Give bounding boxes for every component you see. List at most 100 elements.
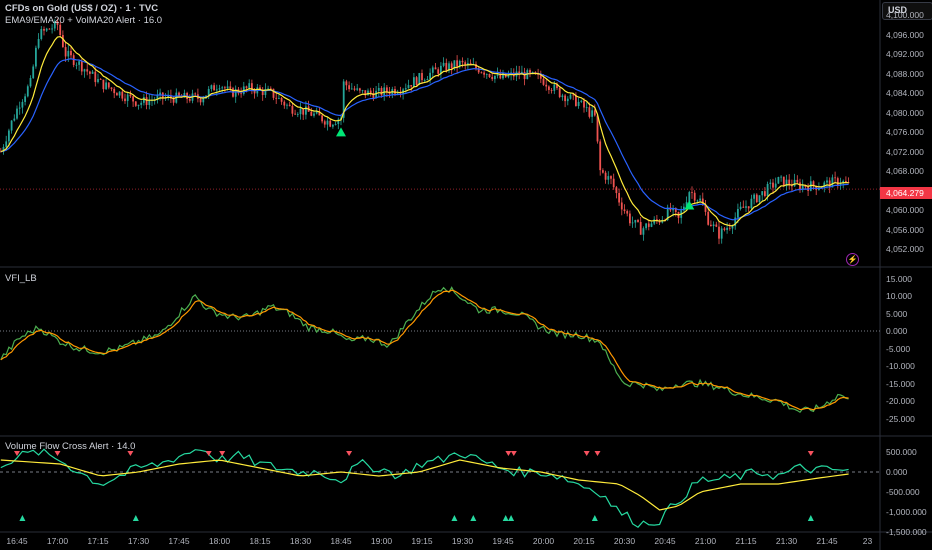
y-tick-label: 10.000 xyxy=(886,291,912,301)
candle xyxy=(10,120,13,131)
y-tick-label: -15.000 xyxy=(886,378,915,389)
candle xyxy=(78,61,80,65)
candle xyxy=(199,98,202,103)
ema9-line xyxy=(0,36,849,227)
y-tick-label: -5.000 xyxy=(886,343,911,354)
candle xyxy=(750,198,753,209)
candle xyxy=(737,208,739,218)
candle xyxy=(755,194,758,203)
candle xyxy=(745,206,747,208)
candle xyxy=(143,97,145,103)
candle xyxy=(772,182,774,188)
buy-marker-triangle xyxy=(591,515,598,521)
candle xyxy=(545,84,548,87)
x-tick-label: 20:45 xyxy=(654,536,676,546)
candle xyxy=(710,224,712,226)
x-tick-label: 21:15 xyxy=(735,536,757,546)
sell-marker-triangle xyxy=(346,451,353,456)
candle xyxy=(561,95,564,98)
y-tick-label: 500.000 xyxy=(886,447,917,457)
candle xyxy=(707,211,710,225)
candle xyxy=(588,107,591,117)
candle xyxy=(207,89,210,96)
candle xyxy=(396,93,399,94)
candle xyxy=(229,86,232,89)
candle xyxy=(59,24,62,36)
candle xyxy=(780,176,782,178)
candle xyxy=(653,219,656,224)
indicator-legend-vfi[interactable]: VFI_LB xyxy=(5,273,37,284)
x-tick-label: 21:45 xyxy=(816,536,838,546)
candle xyxy=(796,179,799,183)
candle xyxy=(369,90,372,94)
candle xyxy=(394,88,396,94)
candle xyxy=(299,108,302,115)
y-tick-label: 4,076.000 xyxy=(886,127,924,137)
candle xyxy=(431,67,434,73)
x-tick-label: 18:30 xyxy=(289,536,312,546)
candle xyxy=(720,228,723,239)
candle xyxy=(221,87,224,89)
candle xyxy=(267,88,269,90)
candle xyxy=(699,198,701,201)
y-tick-label: 4,052.000 xyxy=(886,244,924,254)
candle xyxy=(105,82,107,90)
candle xyxy=(404,88,407,90)
sell-marker-triangle xyxy=(594,451,601,456)
candle xyxy=(129,94,132,97)
candle xyxy=(132,96,134,102)
candle xyxy=(97,79,99,83)
indicator-legend-ema[interactable]: EMA9/EMA20 + VolMA20 Alert · 16.0 xyxy=(5,15,162,26)
candle xyxy=(753,194,755,199)
candle xyxy=(836,178,839,186)
buy-marker-triangle xyxy=(451,515,458,521)
lightning-icon[interactable]: ⚡ xyxy=(846,253,859,266)
candle xyxy=(564,95,566,102)
y-tick-label: -20.000 xyxy=(886,396,915,406)
candle xyxy=(766,183,769,197)
candle xyxy=(523,71,526,80)
candle xyxy=(16,108,18,119)
candle xyxy=(91,71,94,74)
candle xyxy=(359,88,361,91)
candle xyxy=(599,141,602,171)
y-tick-label: 4,072.000 xyxy=(886,146,924,157)
indicator-legend-volflow[interactable]: Volume Flow Cross Alert · 14.0 xyxy=(5,441,135,452)
y-tick-label: -10.000 xyxy=(886,361,915,371)
candle xyxy=(602,170,604,173)
x-tick-label: 19:00 xyxy=(370,536,393,546)
candle xyxy=(639,221,642,235)
candle xyxy=(21,101,24,108)
candle xyxy=(275,97,278,99)
candle xyxy=(283,101,286,106)
x-tick-label: 20:00 xyxy=(532,536,555,546)
x-tick-label: 21:00 xyxy=(694,536,717,546)
candle xyxy=(118,91,121,96)
candle xyxy=(826,180,828,183)
candle xyxy=(834,177,836,179)
candle xyxy=(326,120,329,125)
candle xyxy=(634,219,637,223)
candle xyxy=(742,206,745,208)
chart-canvas[interactable] xyxy=(0,0,932,550)
candle xyxy=(553,84,556,91)
symbol-title[interactable]: CFDs on Gold (US$ / OZ) · 1 · TVC xyxy=(5,3,158,14)
x-tick-label: 20:15 xyxy=(573,536,595,546)
candle xyxy=(769,182,772,184)
y-tick-label: 4,084.000 xyxy=(886,88,924,98)
candle xyxy=(245,86,248,88)
candle xyxy=(334,123,337,125)
candle xyxy=(383,87,386,96)
candle xyxy=(62,35,64,48)
candle xyxy=(728,227,731,229)
candle xyxy=(148,100,151,105)
buy-marker-triangle xyxy=(502,515,509,521)
candle xyxy=(799,182,801,190)
last-price-label: 4,064.279 xyxy=(880,187,932,199)
candle xyxy=(731,226,734,229)
candle xyxy=(86,69,89,72)
y-tick-label: 4,100.000 xyxy=(886,10,924,20)
x-tick-label: 19:30 xyxy=(451,536,474,546)
sell-marker-triangle xyxy=(807,451,814,456)
candle xyxy=(310,111,313,116)
